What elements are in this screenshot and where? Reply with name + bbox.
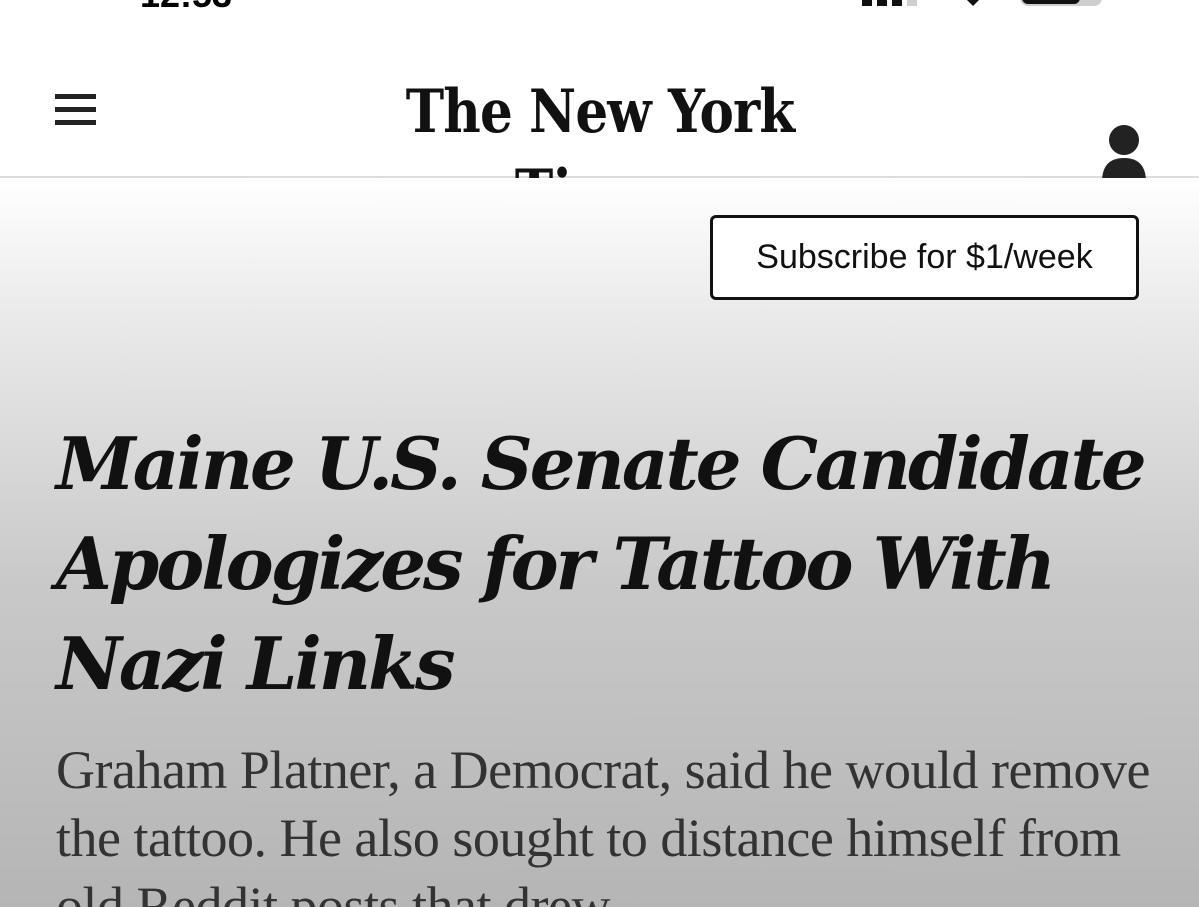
cellular-signal-icon xyxy=(862,0,917,6)
article-headline[interactable]: Maine U.S. Senate Candidate Apologizes f… xyxy=(56,414,1156,714)
battery-icon xyxy=(1020,0,1102,6)
status-bar: 12:53 xyxy=(0,0,1199,14)
article-summary: Graham Platner, a Democrat, said he woul… xyxy=(56,740,1150,907)
account-icon[interactable] xyxy=(1098,124,1150,186)
subscribe-button[interactable]: Subscribe for $1/week xyxy=(710,215,1139,300)
nyt-logo[interactable]: The New York Times xyxy=(342,72,858,227)
wifi-icon xyxy=(967,0,979,6)
site-header: The New York Times xyxy=(0,44,1199,227)
article-area: Subscribe for $1/week Maine U.S. Senate … xyxy=(0,178,1199,907)
status-time: 12:53 xyxy=(140,0,232,14)
hamburger-menu-icon[interactable] xyxy=(48,88,104,132)
